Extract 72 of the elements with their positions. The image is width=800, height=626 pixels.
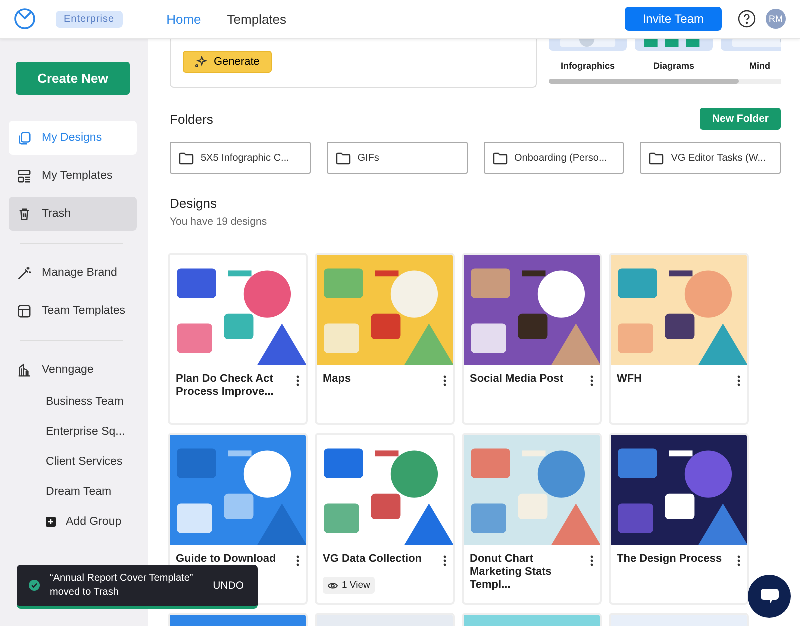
design-title: Guide to Download: [176, 553, 278, 567]
design-title: Maps: [323, 373, 352, 387]
more-icon[interactable]: [737, 375, 741, 387]
design-card[interactable]: Donut Chart Marketing Stats Templ...: [462, 433, 602, 605]
undo-button[interactable]: UNDO: [213, 580, 244, 592]
folder-icon: [179, 152, 194, 164]
check-icon: [29, 580, 40, 591]
designs-count: You have 19 designs: [170, 216, 268, 228]
more-icon[interactable]: [443, 555, 447, 567]
building-icon: [17, 362, 32, 378]
invite-button[interactable]: Invite Team: [624, 7, 722, 31]
folder-icon: [336, 152, 351, 164]
team-item[interactable]: Venngage: [9, 353, 137, 387]
new-folder-button[interactable]: New Folder: [700, 108, 781, 130]
more-icon[interactable]: [590, 555, 594, 567]
more-icon[interactable]: [590, 375, 594, 387]
table-icon: [17, 304, 32, 318]
chat-button[interactable]: [748, 575, 791, 618]
generate-button[interactable]: Generate: [183, 51, 272, 73]
more-icon[interactable]: [737, 555, 741, 567]
section-title: Folders: [170, 112, 214, 126]
design-title: Plan Do Check Act Process Improve...: [176, 373, 275, 399]
sidebar-item[interactable]: Team Templates: [9, 294, 137, 328]
group-item[interactable]: Dream Team: [46, 477, 148, 507]
design-title: Donut Chart Marketing Stats Templ...: [470, 553, 553, 592]
more-icon[interactable]: [296, 555, 300, 567]
folder-item[interactable]: VG Editor Tasks (W...: [640, 142, 781, 174]
design-card[interactable]: VG Data Collection 1 View: [315, 433, 455, 605]
folder-icon: [492, 152, 508, 164]
nav-tab[interactable]: Templates: [219, 12, 295, 26]
section-title: Designs: [170, 196, 218, 211]
help-icon[interactable]: [738, 10, 756, 28]
views-badge: 1 View: [323, 577, 376, 594]
template-type-label[interactable]: Mind: [750, 61, 770, 71]
group-item[interactable]: Client Services: [46, 447, 148, 477]
scrollbar-thumb[interactable]: [549, 79, 739, 84]
nav-tab[interactable]: Home: [158, 12, 210, 26]
design-title: The Design Process: [617, 553, 724, 567]
more-icon[interactable]: [296, 375, 300, 387]
group-item[interactable]: Enterprise Sq...: [46, 417, 148, 447]
sidebar-item[interactable]: My Templates: [9, 159, 137, 193]
copy-icon: [17, 130, 32, 146]
folder-item[interactable]: GIFs: [326, 142, 468, 174]
sidebar-item[interactable]: My Designs: [9, 121, 137, 155]
folder-item[interactable]: 5X5 Infographic C...: [170, 142, 311, 174]
design-title: WFH: [617, 373, 644, 387]
folder-item[interactable]: Onboarding (Perso...: [484, 142, 624, 174]
chat-icon: [760, 588, 780, 606]
sidebar-item[interactable]: Trash: [9, 197, 137, 231]
design-card[interactable]: WFH: [609, 253, 749, 425]
folder-icon: [649, 152, 664, 164]
plus-icon: [46, 517, 56, 527]
logo-icon[interactable]: [14, 8, 36, 30]
more-icon[interactable]: [443, 375, 447, 387]
layout-icon: [17, 168, 32, 184]
magic-wand-icon: [17, 266, 32, 280]
design-title: Social Media Post: [470, 373, 565, 387]
trash-icon: [17, 206, 32, 222]
eye-icon: [328, 582, 338, 590]
group-item[interactable]: Business Team: [46, 387, 148, 417]
design-card[interactable]: The Design Process: [609, 433, 749, 605]
design-title: VG Data Collection: [323, 553, 424, 567]
sparkle-icon: [195, 56, 207, 68]
plan-badge: Enterprise: [56, 10, 123, 28]
template-type-label[interactable]: Infographics: [560, 61, 615, 71]
design-card[interactable]: Social Media Post: [462, 253, 602, 425]
design-card[interactable]: Maps: [315, 253, 455, 425]
create-new-button[interactable]: Create New: [16, 62, 130, 95]
template-type-label[interactable]: Diagrams: [653, 61, 695, 71]
sidebar-item[interactable]: Manage Brand: [9, 256, 137, 290]
design-card[interactable]: Plan Do Check Act Process Improve...: [168, 253, 308, 425]
add-group-button[interactable]: Add Group: [46, 507, 148, 537]
